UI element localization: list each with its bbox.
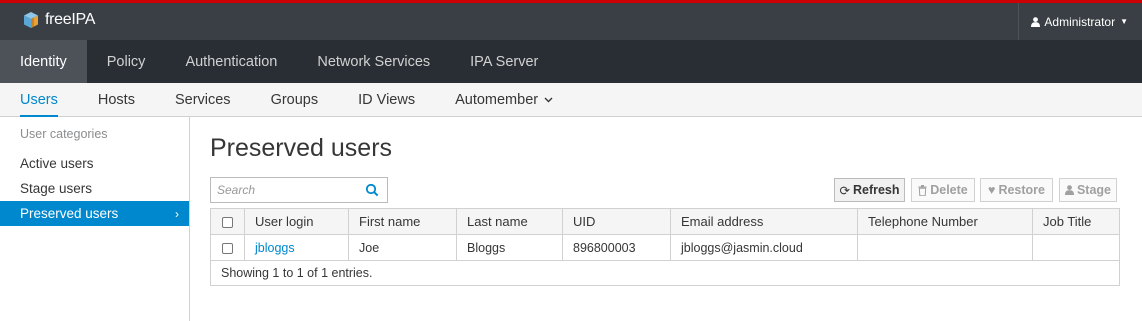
chevron-right-icon: › [175,206,179,221]
users-table: User login First name Last name UID Emai… [210,208,1120,286]
search-input[interactable] [211,179,361,201]
nav-tab-ipa-server[interactable]: IPA Server [450,40,558,83]
main-navigation: Identity Policy Authentication Network S… [0,40,1142,83]
user-icon [1064,185,1074,195]
row-select-cell [210,234,245,261]
button-label: Refresh [852,183,900,197]
subnav-label: Services [174,92,231,108]
user-login-link[interactable]: jbloggs [255,241,295,255]
column-header[interactable]: UID [562,208,671,235]
user-menu-dropdown[interactable]: Administrator ▼ [1018,3,1142,40]
sidebar-category-heading: User categories [20,127,108,141]
page-title: Preserved users [210,134,393,162]
nav-tab-label: Policy [106,53,146,70]
nav-tab-label: Identity [20,53,67,70]
search-box [210,177,388,203]
trash-icon [918,184,927,196]
refresh-button[interactable]: ⟳ Refresh [834,178,905,202]
cell-email: jbloggs@jasmin.cloud [670,234,858,261]
search-icon[interactable] [365,183,379,197]
column-header[interactable]: Job Title [1032,208,1120,235]
cell-uid: 896800003 [562,234,671,261]
subnav-label: Automember [455,92,539,108]
cell-user-login: jbloggs [244,234,349,261]
cell-job-title [1032,234,1120,261]
table-header-row: User login First name Last name UID Emai… [210,208,1120,235]
subnav-automember-dropdown[interactable]: Automember [455,83,553,117]
top-bar: freeIPA Administrator ▼ [0,0,1142,40]
brand-logo[interactable]: freeIPA [22,11,95,29]
table-footer-summary: Showing 1 to 1 of 1 entries. [210,260,1120,286]
sidebar-item-active-users[interactable]: Active users [0,151,189,176]
subnav-users[interactable]: Users [20,83,58,117]
nav-tab-label: Network Services [317,53,431,70]
user-menu-label: Administrator [1044,14,1116,29]
subnav-label: ID Views [358,92,416,108]
subnav-id-views[interactable]: ID Views [358,83,415,117]
user-icon [1031,16,1041,27]
subnav-groups[interactable]: Groups [271,83,319,117]
caret-down-icon: ▼ [1120,17,1128,26]
button-label: Restore [998,183,1045,197]
table-footer-row: Showing 1 to 1 of 1 entries. [210,260,1120,286]
column-header[interactable]: Email address [670,208,858,235]
nav-tab-authentication[interactable]: Authentication [165,40,297,83]
subnav-label: Users [20,92,58,108]
button-label: Stage [1076,183,1112,197]
column-header[interactable]: User login [244,208,349,235]
subnav-label: Groups [270,92,319,108]
column-header[interactable]: First name [348,208,457,235]
nav-tab-network-services[interactable]: Network Services [297,40,450,83]
subnav-services[interactable]: Services [175,83,231,117]
nav-tab-label: IPA Server [470,53,539,70]
chevron-down-icon [544,97,553,103]
sidebar: User categories Active users Stage users… [0,117,190,321]
sidebar-item-label: Stage users [20,181,93,196]
freeipa-logo-icon [24,12,38,28]
delete-button[interactable]: Delete [911,178,975,202]
sub-navigation: Users Hosts Services Groups ID Views Aut… [0,83,1142,117]
table-row: jbloggs Joe Bloggs 896800003 jbloggs@jas… [210,234,1120,261]
column-header[interactable]: Telephone Number [857,208,1033,235]
heart-icon: ♥ [988,183,996,197]
select-all-cell [210,208,245,235]
restore-button[interactable]: ♥ Restore [980,178,1053,202]
nav-tab-identity[interactable]: Identity [0,40,87,83]
brand-name: freeIPA [45,11,96,28]
sidebar-item-label: Preserved users [20,206,119,221]
sidebar-item-label: Active users [20,156,94,171]
cell-last-name: Bloggs [456,234,563,261]
row-checkbox[interactable] [222,242,233,254]
cell-telephone [857,234,1033,261]
subnav-label: Hosts [97,92,135,108]
cell-first-name: Joe [348,234,457,261]
sidebar-item-preserved-users[interactable]: Preserved users › [0,201,189,226]
nav-tab-label: Authentication [185,53,278,70]
column-header[interactable]: Last name [456,208,563,235]
nav-tab-policy[interactable]: Policy [87,40,166,83]
refresh-icon: ⟳ [839,183,850,198]
button-label: Delete [930,183,968,197]
select-all-checkbox[interactable] [222,217,233,229]
subnav-hosts[interactable]: Hosts [98,83,135,117]
sidebar-item-stage-users[interactable]: Stage users [0,176,189,201]
stage-button[interactable]: Stage [1059,178,1117,202]
